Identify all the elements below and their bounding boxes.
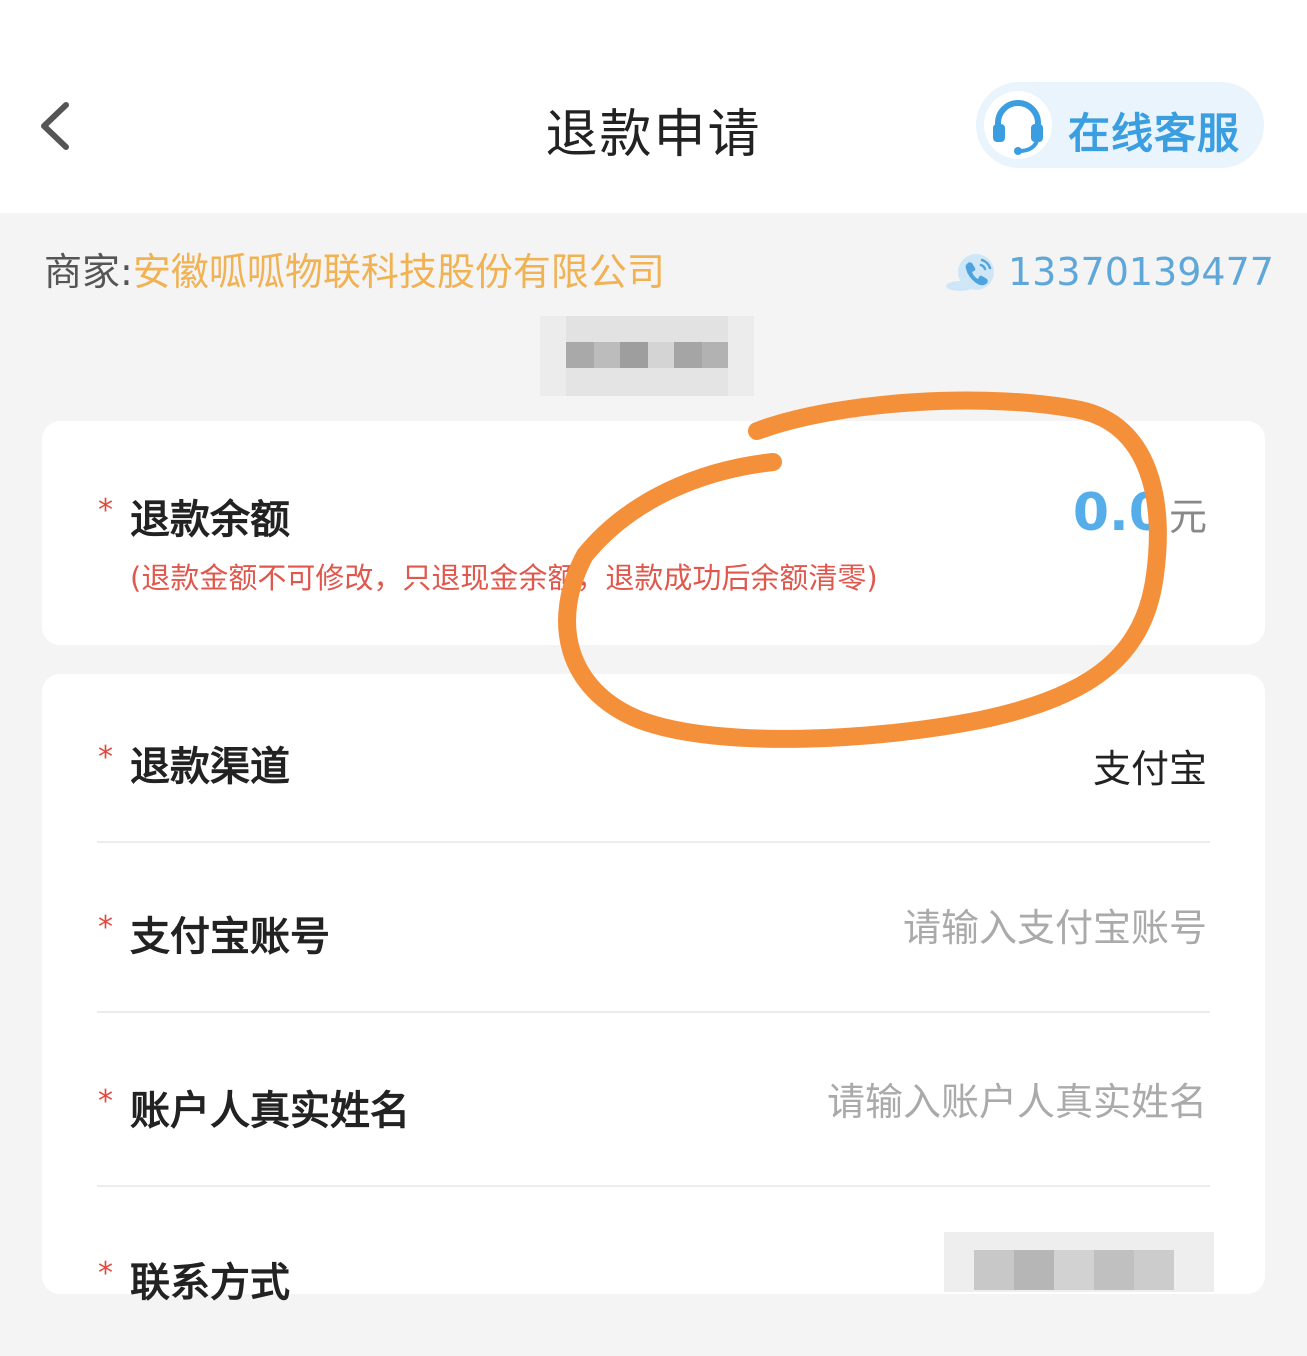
contact-value-redacted[interactable] <box>944 1232 1214 1292</box>
refund-amount-value: 0.0 <box>1072 483 1165 543</box>
required-mark: * <box>98 910 113 945</box>
merchant-prefix: 商家: <box>44 250 133 294</box>
required-mark: * <box>98 493 113 528</box>
contact-label: 联系方式 <box>130 1260 290 1306</box>
merchant-info: 商家:安徽呱呱物联科技股份有限公司 <box>44 248 665 296</box>
divider <box>97 841 1210 843</box>
refund-balance-card: * 退款余额 (退款金额不可修改，只退现金余额，退款成功后余额清零) 0.0 元 <box>42 421 1265 645</box>
top-navigation-bar: 退款申请 在线客服 <box>0 0 1307 213</box>
refund-amount: 0.0 元 <box>1073 483 1207 543</box>
account-holder-name-row: * 账户人真实姓名 <box>42 1014 1265 1182</box>
refund-balance-label: 退款余额 <box>130 497 290 543</box>
contact-row: * 联系方式 <box>42 1188 1265 1356</box>
refund-form-card: * 退款渠道 支付宝 * 支付宝账号 * 账户人真实姓名 * 联系方式 <box>42 674 1265 1306</box>
divider <box>97 1185 1210 1187</box>
merchant-phone-number: 13370139477 <box>1008 250 1274 294</box>
required-mark: * <box>98 1256 113 1291</box>
phone-icon <box>946 254 994 291</box>
merchant-name: 安徽呱呱物联科技股份有限公司 <box>132 250 665 294</box>
headset-icon <box>984 91 1052 159</box>
pixelated-redaction <box>540 316 754 396</box>
refund-amount-unit: 元 <box>1168 495 1207 539</box>
alipay-account-row: * 支付宝账号 <box>42 844 1265 1012</box>
online-service-button[interactable]: 在线客服 <box>976 82 1264 168</box>
alipay-account-label: 支付宝账号 <box>130 914 330 960</box>
required-mark: * <box>98 1084 113 1119</box>
online-service-label: 在线客服 <box>1068 109 1241 158</box>
refund-channel-row[interactable]: * 退款渠道 支付宝 <box>42 674 1265 842</box>
refund-balance-note: (退款金额不可修改，只退现金余额，退款成功后余额清零) <box>130 561 878 595</box>
alipay-account-input[interactable] <box>647 906 1207 950</box>
required-mark: * <box>98 740 113 775</box>
refund-channel-label: 退款渠道 <box>130 744 290 790</box>
account-holder-name-label: 账户人真实姓名 <box>130 1088 410 1134</box>
refund-channel-value[interactable]: 支付宝 <box>1093 738 1207 793</box>
account-holder-name-input[interactable] <box>647 1080 1207 1124</box>
divider <box>97 1011 1210 1013</box>
